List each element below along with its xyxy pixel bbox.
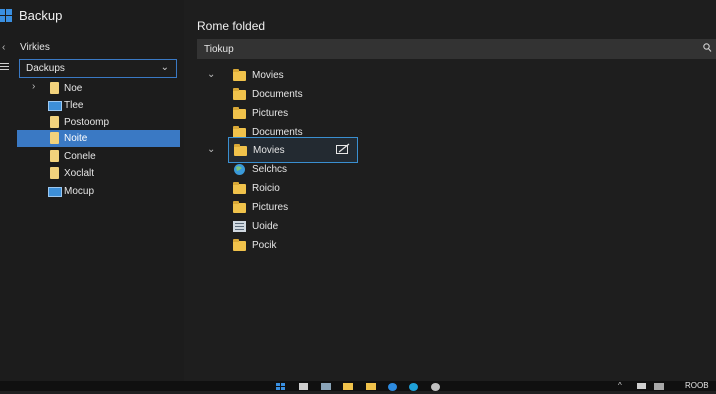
search-icon[interactable] — [703, 43, 712, 56]
dropdown-value: Dackups — [26, 63, 65, 74]
collapse-chevron-icon[interactable]: ⌄ — [207, 144, 215, 155]
sidebar-item[interactable]: Postoomp — [48, 116, 168, 130]
doc-icon — [50, 82, 59, 94]
folder-item[interactable]: Movies — [233, 69, 373, 83]
list-icon — [233, 221, 246, 235]
search-bar[interactable]: Tiokup — [197, 39, 716, 59]
globe-icon — [233, 163, 246, 179]
navigation-pane: Backup ‹ Virkies Dackups ⌄ › Noe Tlee Po… — [0, 0, 184, 381]
folder-item[interactable]: Pocik — [233, 239, 373, 253]
taskbar: ^ ROOB — [0, 381, 716, 391]
section-label: Virkies — [20, 42, 50, 53]
doc-icon — [50, 132, 59, 144]
monitor-icon — [48, 187, 62, 197]
folder-icon — [233, 182, 246, 194]
volume-icon[interactable] — [654, 383, 664, 390]
folder-item[interactable]: Uoide — [233, 220, 373, 234]
chevron-down-icon: ⌄ — [160, 62, 169, 73]
folder-icon — [233, 88, 246, 100]
folder-item[interactable]: Pictures — [233, 107, 373, 121]
doc-icon — [50, 150, 59, 162]
edit-icon[interactable] — [336, 143, 350, 158]
search-input[interactable]: Tiokup — [204, 44, 234, 55]
folder-item[interactable]: Pictures — [233, 201, 373, 215]
sidebar-item[interactable]: Noe — [48, 82, 168, 96]
page-title: Rome folded — [197, 19, 266, 33]
task-view-icon[interactable] — [299, 383, 308, 390]
file-explorer-icon[interactable] — [343, 383, 353, 390]
start-icon[interactable] — [276, 383, 286, 394]
content-pane: Rome folded Tiokup ⌄ Movies Documents Pi… — [184, 0, 716, 381]
browser-icon[interactable] — [409, 383, 418, 391]
clock[interactable]: ROOB — [685, 381, 709, 390]
selected-folder-item[interactable]: Movies — [228, 137, 358, 163]
doc-icon — [50, 116, 59, 128]
folder-icon — [233, 69, 246, 81]
folder-item[interactable]: Selchcs — [233, 163, 373, 177]
folder-item[interactable]: Documents — [233, 88, 373, 102]
sidebar-item-selected[interactable]: Noite — [17, 130, 180, 147]
hamburger-icon[interactable] — [0, 63, 9, 74]
windows-logo-icon — [0, 8, 12, 24]
folder-item[interactable]: Roicio — [233, 182, 373, 196]
settings-icon[interactable] — [431, 383, 440, 391]
sidebar-item[interactable]: Mocup — [48, 185, 168, 199]
folder-icon — [233, 239, 246, 251]
folder-icon — [233, 107, 246, 119]
edge-icon[interactable] — [388, 383, 397, 391]
chevron-left-icon[interactable]: ‹ — [2, 42, 5, 53]
sidebar-item[interactable]: Conele — [48, 150, 168, 164]
sidebar-item[interactable]: Xoclalt — [48, 167, 168, 181]
network-icon[interactable] — [637, 383, 646, 389]
folder-open-icon — [234, 144, 247, 156]
widgets-icon[interactable] — [321, 383, 331, 390]
app-title: Backup — [19, 8, 63, 23]
chevron-up-icon[interactable]: ^ — [618, 381, 622, 390]
expand-chevron-icon[interactable]: › — [32, 81, 35, 92]
location-dropdown[interactable]: Dackups ⌄ — [19, 59, 177, 78]
sidebar-item[interactable]: Tlee — [48, 99, 168, 113]
doc-icon — [50, 167, 59, 179]
monitor-icon — [48, 101, 62, 111]
folder-app-icon[interactable] — [366, 383, 376, 390]
folder-icon — [233, 201, 246, 213]
collapse-chevron-icon[interactable]: ⌄ — [207, 69, 215, 80]
